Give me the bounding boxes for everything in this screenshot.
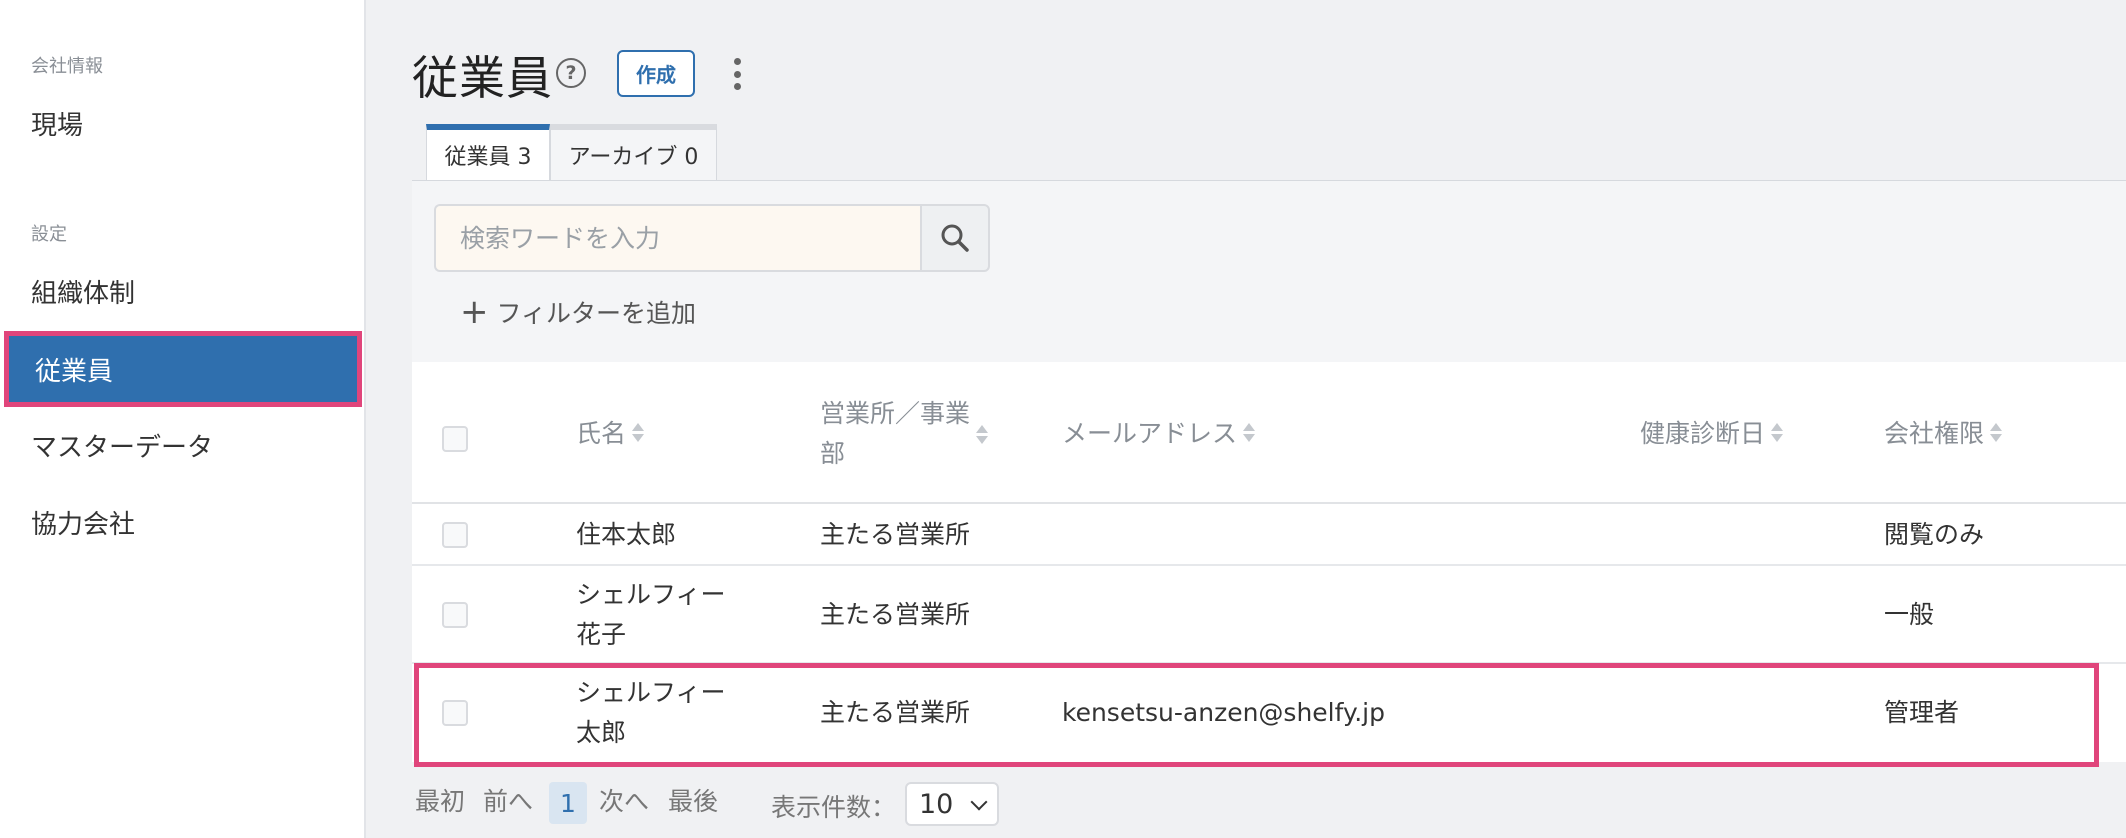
tab-archive[interactable]: アーカイブ 0	[550, 124, 717, 180]
sidebar-item-master-data[interactable]: マスターデータ	[0, 410, 366, 480]
cell-office: 主たる営業所	[820, 520, 971, 549]
sort-icon	[632, 422, 645, 442]
table-row[interactable]: シェルフィー 花子 主たる営業所 一般	[412, 566, 2126, 664]
sidebar-item-employees[interactable]: 従業員	[4, 331, 362, 407]
pagination-current-page[interactable]: 1	[549, 782, 587, 824]
sidebar-item-partners[interactable]: 協力会社	[0, 487, 366, 557]
cell-name: シェルフィー 太郎	[576, 678, 726, 747]
search-input[interactable]	[434, 204, 921, 272]
search-icon	[941, 224, 969, 252]
row-checkbox[interactable]	[442, 700, 468, 726]
cell-role: 一般	[1884, 600, 1935, 629]
column-header-email[interactable]: メールアドレス	[1062, 414, 1256, 450]
column-header-role[interactable]: 会社権限	[1884, 414, 2003, 450]
pagination-first[interactable]: 最初	[415, 782, 465, 818]
sidebar-item-organization[interactable]: 組織体制	[0, 256, 366, 326]
pagination-prev[interactable]: 前へ	[483, 782, 533, 818]
cell-email: kensetsu-anzen@shelfy.jp	[1062, 698, 1385, 727]
row-checkbox[interactable]	[442, 522, 468, 548]
sidebar-section-settings: 設定	[31, 224, 67, 245]
cell-name: シェルフィー 花子	[576, 580, 726, 649]
add-filter-button[interactable]: + フィルターを追加	[460, 294, 696, 330]
sort-icon	[1243, 422, 1256, 442]
table-row[interactable]: シェルフィー 太郎 主たる営業所 kensetsu-anzen@shelfy.j…	[412, 664, 2126, 762]
more-menu-icon[interactable]	[727, 58, 747, 90]
sidebar-section-company: 会社情報	[31, 56, 103, 77]
pagination-last[interactable]: 最後	[668, 782, 718, 818]
sort-icon	[976, 424, 989, 444]
sidebar: 会社情報 現場 設定 組織体制 従業員 マスターデータ 協力会社	[0, 0, 366, 838]
help-icon[interactable]: ?	[556, 58, 586, 88]
pagination-next[interactable]: 次へ	[599, 782, 649, 818]
select-all-checkbox[interactable]	[442, 426, 468, 452]
create-button[interactable]: 作成	[617, 50, 695, 97]
page-title: 従業員	[412, 51, 553, 105]
employee-table: 氏名 営業所／事業 部 メールアドレス 健康診断日 会社権限 住本太郎 主たる営…	[412, 362, 2126, 762]
search-button[interactable]	[920, 204, 990, 272]
per-page-select[interactable]: 10	[905, 782, 999, 826]
per-page-label: 表示件数：	[771, 793, 897, 822]
sort-icon	[1771, 422, 1784, 442]
column-header-name[interactable]: 氏名	[576, 414, 645, 450]
cell-role: 閲覧のみ	[1884, 520, 1985, 549]
plus-icon: +	[460, 292, 489, 332]
cell-office: 主たる営業所	[820, 698, 971, 727]
sort-icon	[1990, 422, 2003, 442]
table-header: 氏名 営業所／事業 部 メールアドレス 健康診断日 会社権限	[412, 362, 2126, 504]
tab-employees[interactable]: 従業員 3	[426, 124, 550, 180]
add-filter-label: フィルターを追加	[496, 299, 697, 328]
cell-role: 管理者	[1884, 698, 1960, 727]
chevron-down-icon	[970, 793, 988, 811]
column-header-office[interactable]: 営業所／事業 部	[820, 394, 989, 474]
cell-name: 住本太郎	[576, 520, 677, 549]
cell-office: 主たる営業所	[820, 600, 971, 629]
column-header-health-check[interactable]: 健康診断日	[1640, 414, 1784, 450]
sidebar-item-site[interactable]: 現場	[0, 88, 366, 158]
table-row[interactable]: 住本太郎 主たる営業所 閲覧のみ	[412, 504, 2126, 566]
row-checkbox[interactable]	[442, 602, 468, 628]
